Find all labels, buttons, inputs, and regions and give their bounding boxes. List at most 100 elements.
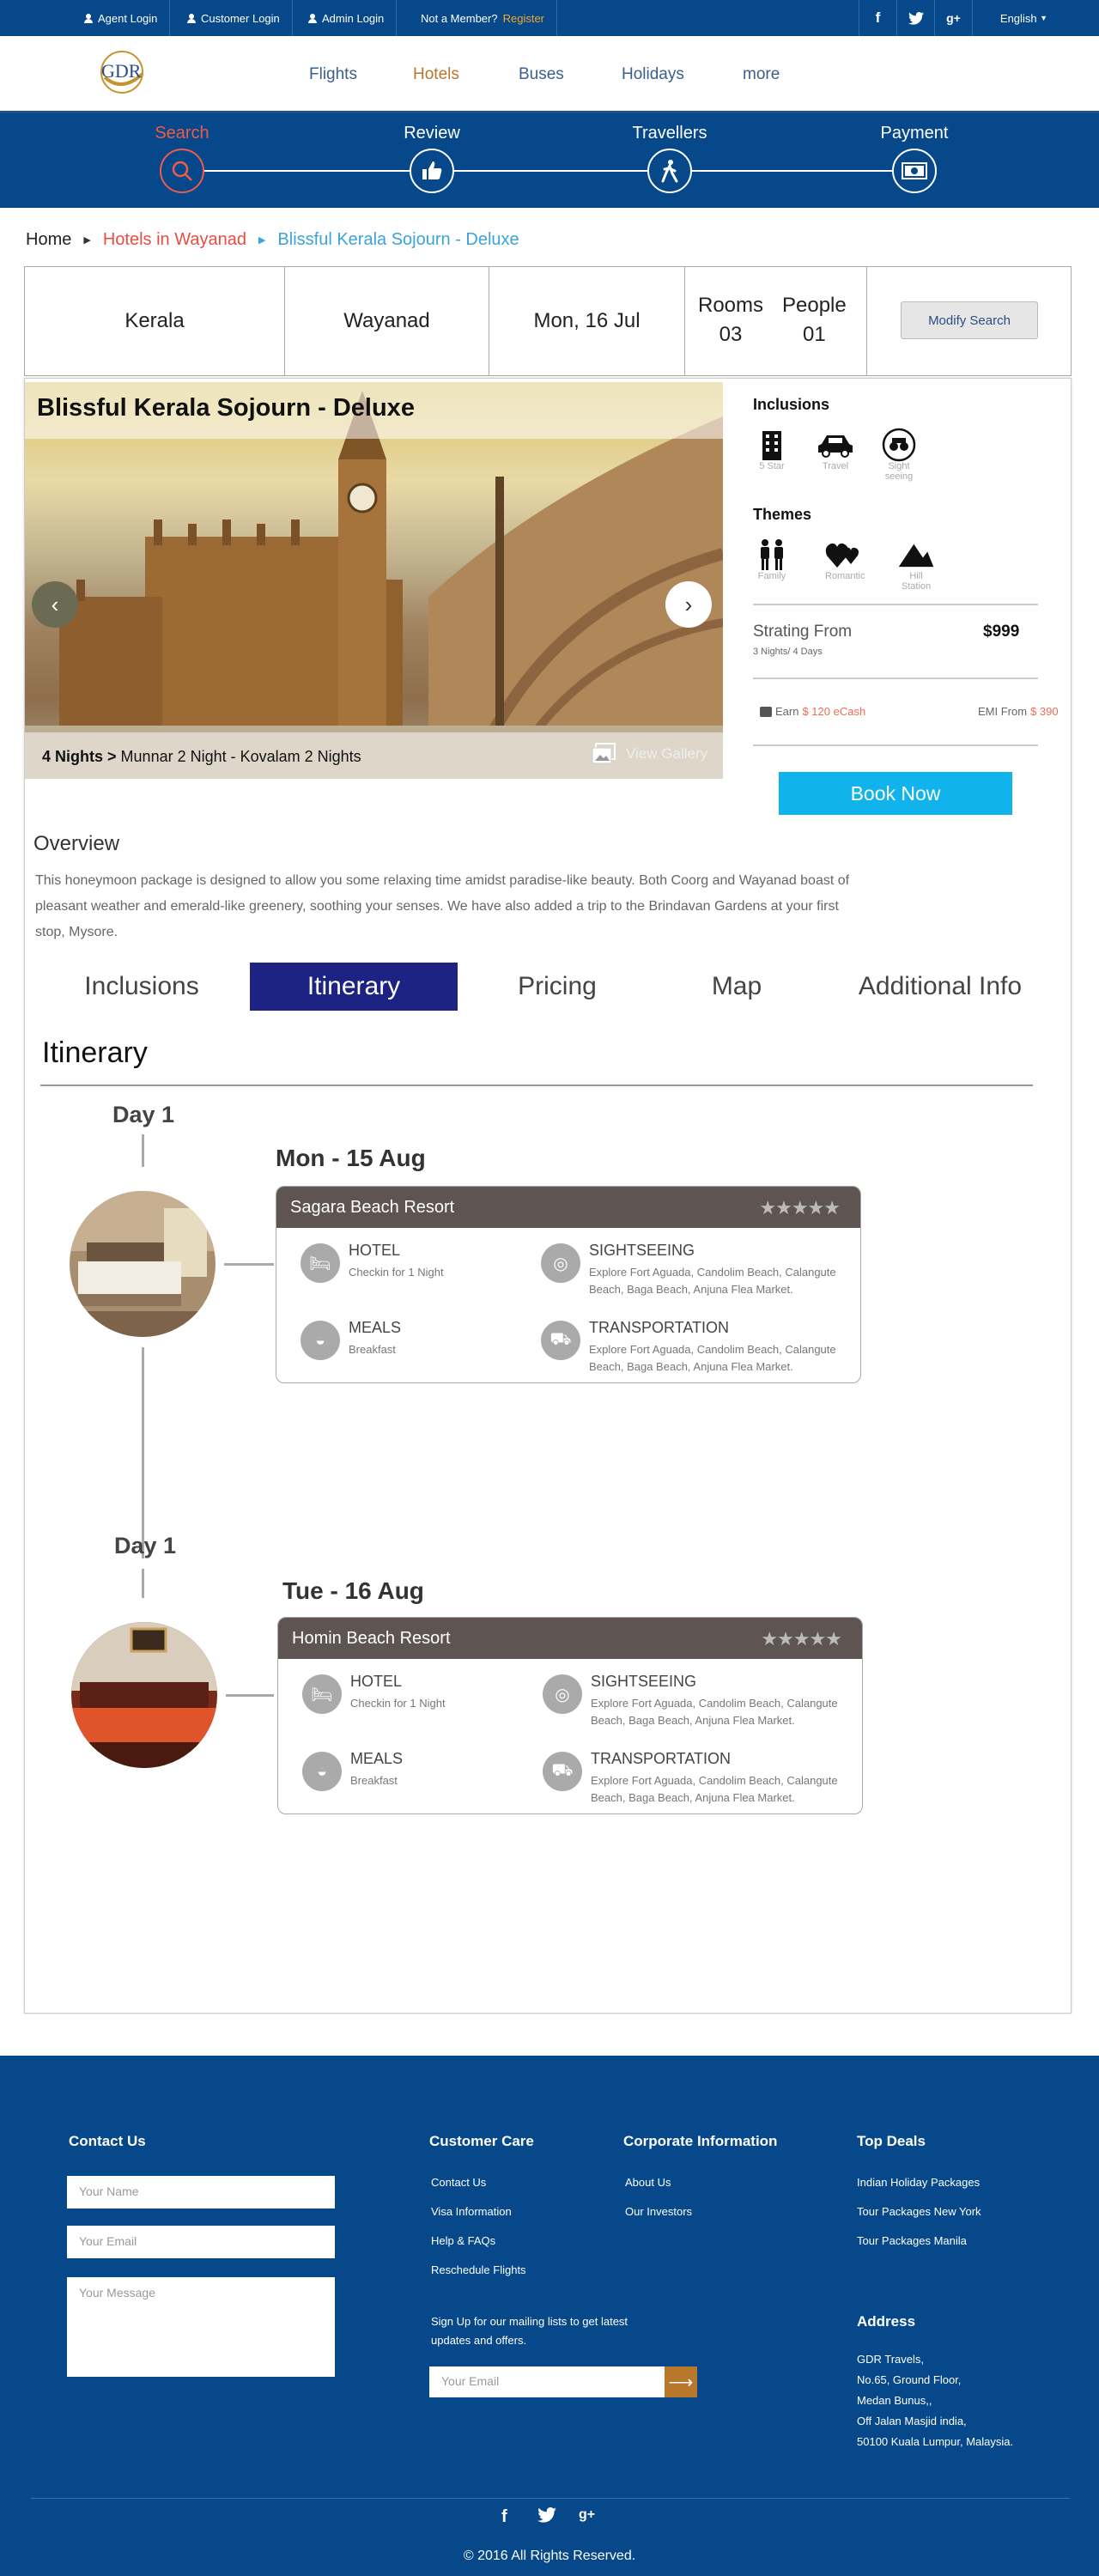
nav-hotels[interactable]: Hotels xyxy=(413,65,459,84)
tab-map[interactable]: Map xyxy=(657,963,817,1011)
tab-inclusions[interactable]: Inclusions xyxy=(33,963,250,1011)
google-plus-icon[interactable]: g+ xyxy=(934,0,972,36)
nav-more[interactable]: more xyxy=(743,65,780,84)
summary-rooms: Rooms 03 xyxy=(698,294,764,346)
package-duration: 3 Nights/ 4 Days xyxy=(753,647,823,657)
register-link[interactable]: Register xyxy=(503,12,544,25)
hotel-name: Homin Beach Resort ★★★★★ xyxy=(278,1618,862,1659)
main-header: GDR Flights Hotels Buses Holidays more xyxy=(0,36,1099,113)
gdr-logo[interactable]: GDR xyxy=(93,48,151,98)
timeline-line xyxy=(142,1347,144,1558)
google-plus-icon[interactable]: g+ xyxy=(579,2507,595,2523)
modify-search-button[interactable]: Modify Search xyxy=(901,301,1038,339)
divider xyxy=(753,744,1038,746)
address-line: Medan Bunus,, xyxy=(857,2394,932,2407)
theme-family: Family xyxy=(753,538,791,592)
footer-deal-indian[interactable]: Indian Holiday Packages xyxy=(857,2176,980,2189)
nav-holidays[interactable]: Holidays xyxy=(622,65,684,84)
user-icon xyxy=(84,13,93,23)
divider xyxy=(753,677,1038,679)
footer-deal-new-york[interactable]: Tour Packages New York xyxy=(857,2205,981,2218)
footer-deal-manila[interactable]: Tour Packages Manila xyxy=(857,2234,967,2247)
emi-info: EMI From $ 390 xyxy=(978,705,1059,718)
search-icon xyxy=(160,149,204,193)
divider xyxy=(753,604,1038,605)
subscribe-email-input[interactable]: Your Email xyxy=(429,2366,665,2397)
admin-login-link[interactable]: Admin Login xyxy=(296,0,398,36)
customer-login-link[interactable]: Customer Login xyxy=(175,0,293,36)
binoculars-icon: ◎ xyxy=(543,1674,582,1714)
binoculars-icon xyxy=(880,428,918,462)
package-tabs: Inclusions Itinerary Pricing Map Additio… xyxy=(33,963,1064,1011)
mountain-icon xyxy=(897,538,935,571)
cash-icon xyxy=(760,706,772,717)
user-icon xyxy=(187,13,196,23)
agent-login-link[interactable]: Agent Login xyxy=(72,0,171,36)
language-select[interactable]: English ▼ xyxy=(972,0,1075,36)
day-date: Tue - 16 Aug xyxy=(282,1577,424,1604)
building-icon xyxy=(753,428,791,461)
walking-person-icon xyxy=(647,149,692,193)
footer-link-investors[interactable]: Our Investors xyxy=(625,2205,692,2218)
footer-message-input[interactable]: Your Message xyxy=(67,2277,335,2377)
facebook-icon[interactable]: f xyxy=(859,0,896,36)
step-payment[interactable]: Payment xyxy=(863,124,966,193)
facebook-icon[interactable]: f xyxy=(501,2507,507,2527)
subscribe-button[interactable]: ⟶ xyxy=(665,2366,697,2397)
bowl-icon: ◒ xyxy=(301,1321,340,1360)
booking-steps: Search Review Travellers Payment xyxy=(0,113,1099,208)
breadcrumb-home[interactable]: Home xyxy=(26,230,71,250)
address-line: No.65, Ground Floor, xyxy=(857,2373,962,2386)
twitter-icon[interactable] xyxy=(896,0,934,36)
hotel-card[interactable]: Homin Beach Resort ★★★★★ 🛏 HOTEL Checkin … xyxy=(277,1617,863,1814)
step-review[interactable]: Review xyxy=(380,124,483,193)
thumbs-up-icon xyxy=(410,149,454,193)
twitter-icon[interactable] xyxy=(537,2507,556,2528)
step-search[interactable]: Search xyxy=(131,124,234,193)
bed-icon: 🛏 xyxy=(301,1243,340,1283)
footer-link-about[interactable]: About Us xyxy=(625,2176,671,2189)
timeline-line xyxy=(142,1134,144,1167)
address-line: Off Jalan Masjid india, xyxy=(857,2415,967,2427)
nav-buses[interactable]: Buses xyxy=(519,65,564,84)
footer-link-reschedule[interactable]: Reschedule Flights xyxy=(431,2263,526,2276)
star-rating: ★★★★★ xyxy=(759,1197,841,1218)
summary-state: Kerala xyxy=(25,267,285,375)
timeline-line xyxy=(142,1569,144,1598)
footer-contact-heading: Contact Us xyxy=(69,2133,146,2149)
breadcrumb-hotels[interactable]: Hotels in Wayanad xyxy=(103,230,246,250)
package-title: Blissful Kerala Sojourn - Deluxe xyxy=(37,394,415,422)
footer-email-input[interactable]: Your Email xyxy=(67,2226,335,2258)
overview-text: This honeymoon package is designed to al… xyxy=(35,873,850,939)
gallery-prev-button[interactable]: ‹ xyxy=(32,581,78,628)
address-line: 50100 Kuala Lumpur, Malaysia. xyxy=(857,2435,1014,2448)
hotel-card[interactable]: Sagara Beach Resort ★★★★★ 🛏 HOTEL Checkin… xyxy=(276,1186,861,1383)
binoculars-icon: ◎ xyxy=(541,1243,580,1283)
star-rating: ★★★★★ xyxy=(761,1628,842,1649)
nav-flights[interactable]: Flights xyxy=(309,65,357,84)
tab-pricing[interactable]: Pricing xyxy=(458,963,657,1011)
inclusions-heading: Inclusions xyxy=(753,396,830,413)
footer-name-input[interactable]: Your Name xyxy=(67,2176,335,2208)
starting-from-label: Strating From xyxy=(753,623,853,641)
footer-corporate-heading: Corporate Information xyxy=(623,2133,778,2149)
step-travellers[interactable]: Travellers xyxy=(618,124,721,193)
book-now-button[interactable]: Book Now xyxy=(779,772,1012,815)
footer-link-visa[interactable]: Visa Information xyxy=(431,2205,512,2218)
footer-link-contact-us[interactable]: Contact Us xyxy=(431,2176,486,2189)
arrow-right-icon: ⟶ xyxy=(668,2372,694,2392)
inclusions-list: 5 Star Travel Sight seeing xyxy=(753,428,918,482)
summary-city: Wayanad xyxy=(285,267,489,375)
signup-text-line1: Sign Up for our mailing lists to get lat… xyxy=(431,2315,628,2328)
tab-additional-info[interactable]: Additional Info xyxy=(817,963,1064,1011)
view-gallery-link[interactable]: View Gallery xyxy=(592,743,707,765)
tab-itinerary[interactable]: Itinerary xyxy=(250,963,458,1011)
hotel-room-photo xyxy=(71,1622,217,1768)
gallery-next-button[interactable]: › xyxy=(665,581,712,628)
footer-link-help[interactable]: Help & FAQs xyxy=(431,2234,495,2247)
logo-text: GDR xyxy=(101,60,142,82)
itinerary-heading: Itinerary xyxy=(42,1036,148,1069)
london-landmark-illustration xyxy=(25,391,723,779)
signup-text-line2: updates and offers. xyxy=(431,2334,527,2347)
car-icon: ⛟ xyxy=(543,1752,582,1791)
